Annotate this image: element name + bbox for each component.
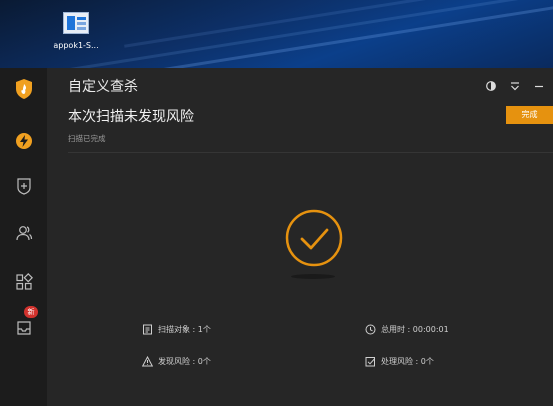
check-shadow [291, 274, 335, 279]
shield-logo-icon [15, 79, 32, 99]
lightning-icon [15, 133, 32, 149]
shield-plus-icon [16, 178, 31, 195]
theme-toggle-icon[interactable] [485, 77, 497, 91]
scan-objects-text: 扫描对象 : 1个 [158, 325, 211, 334]
stat-scan-objects: 扫描对象 : 1个 [142, 324, 211, 335]
sidebar-item-speedup[interactable] [0, 123, 47, 159]
desktop-shortcut-label: appok1-S... [53, 41, 99, 50]
document-icon [143, 324, 152, 335]
sidebar-item-protection[interactable] [0, 168, 47, 204]
app-window: 新 自定义查杀 本次扫描未发现风险 扫描已完成 完成 扫描对象: 1个 总用时… [0, 68, 553, 406]
success-check-icon [285, 209, 343, 267]
inbox-icon [16, 321, 31, 335]
found-risks-text: 发现风险 : 0个 [158, 357, 211, 366]
app-window-icon [63, 12, 89, 34]
clock-icon [365, 324, 376, 335]
new-badge: 新 [24, 306, 38, 318]
window-controls [485, 77, 545, 91]
sidebar-item-messages[interactable]: 新 [0, 306, 47, 346]
minimize-icon[interactable] [533, 77, 545, 89]
sidebar-item-accounts[interactable] [0, 215, 47, 251]
checkbox-icon [365, 357, 376, 367]
scan-result-headline: 本次扫描未发现风险 [68, 109, 194, 125]
stat-total-time: 总用时 : 00:00:01 [365, 324, 449, 335]
stat-found-risks: 发现风险 : 0个 [142, 356, 211, 367]
header-divider [68, 152, 553, 153]
window-title: 自定义查杀 [68, 79, 138, 95]
apps-grid-icon [15, 273, 33, 290]
desktop-shortcut[interactable]: appok1-S... [50, 12, 102, 50]
sidebar: 新 [0, 68, 47, 406]
sidebar-item-home[interactable] [0, 71, 47, 107]
desktop: appok1-S... [0, 0, 553, 68]
handled-risks-text: 处理风险 : 0个 [381, 357, 434, 366]
done-button[interactable]: 完成 [506, 106, 553, 124]
total-time-text: 总用时 : 00:00:01 [381, 325, 449, 334]
warning-icon [142, 356, 153, 367]
sidebar-item-tools[interactable] [0, 264, 47, 300]
stat-handled-risks: 处理风险 : 0个 [365, 356, 434, 367]
users-icon [15, 226, 32, 241]
scan-status-text: 扫描已完成 [68, 134, 106, 143]
menu-dropdown-icon[interactable] [509, 77, 521, 91]
main-panel: 自定义查杀 本次扫描未发现风险 扫描已完成 完成 扫描对象: 1个 总用时:… [47, 68, 553, 406]
